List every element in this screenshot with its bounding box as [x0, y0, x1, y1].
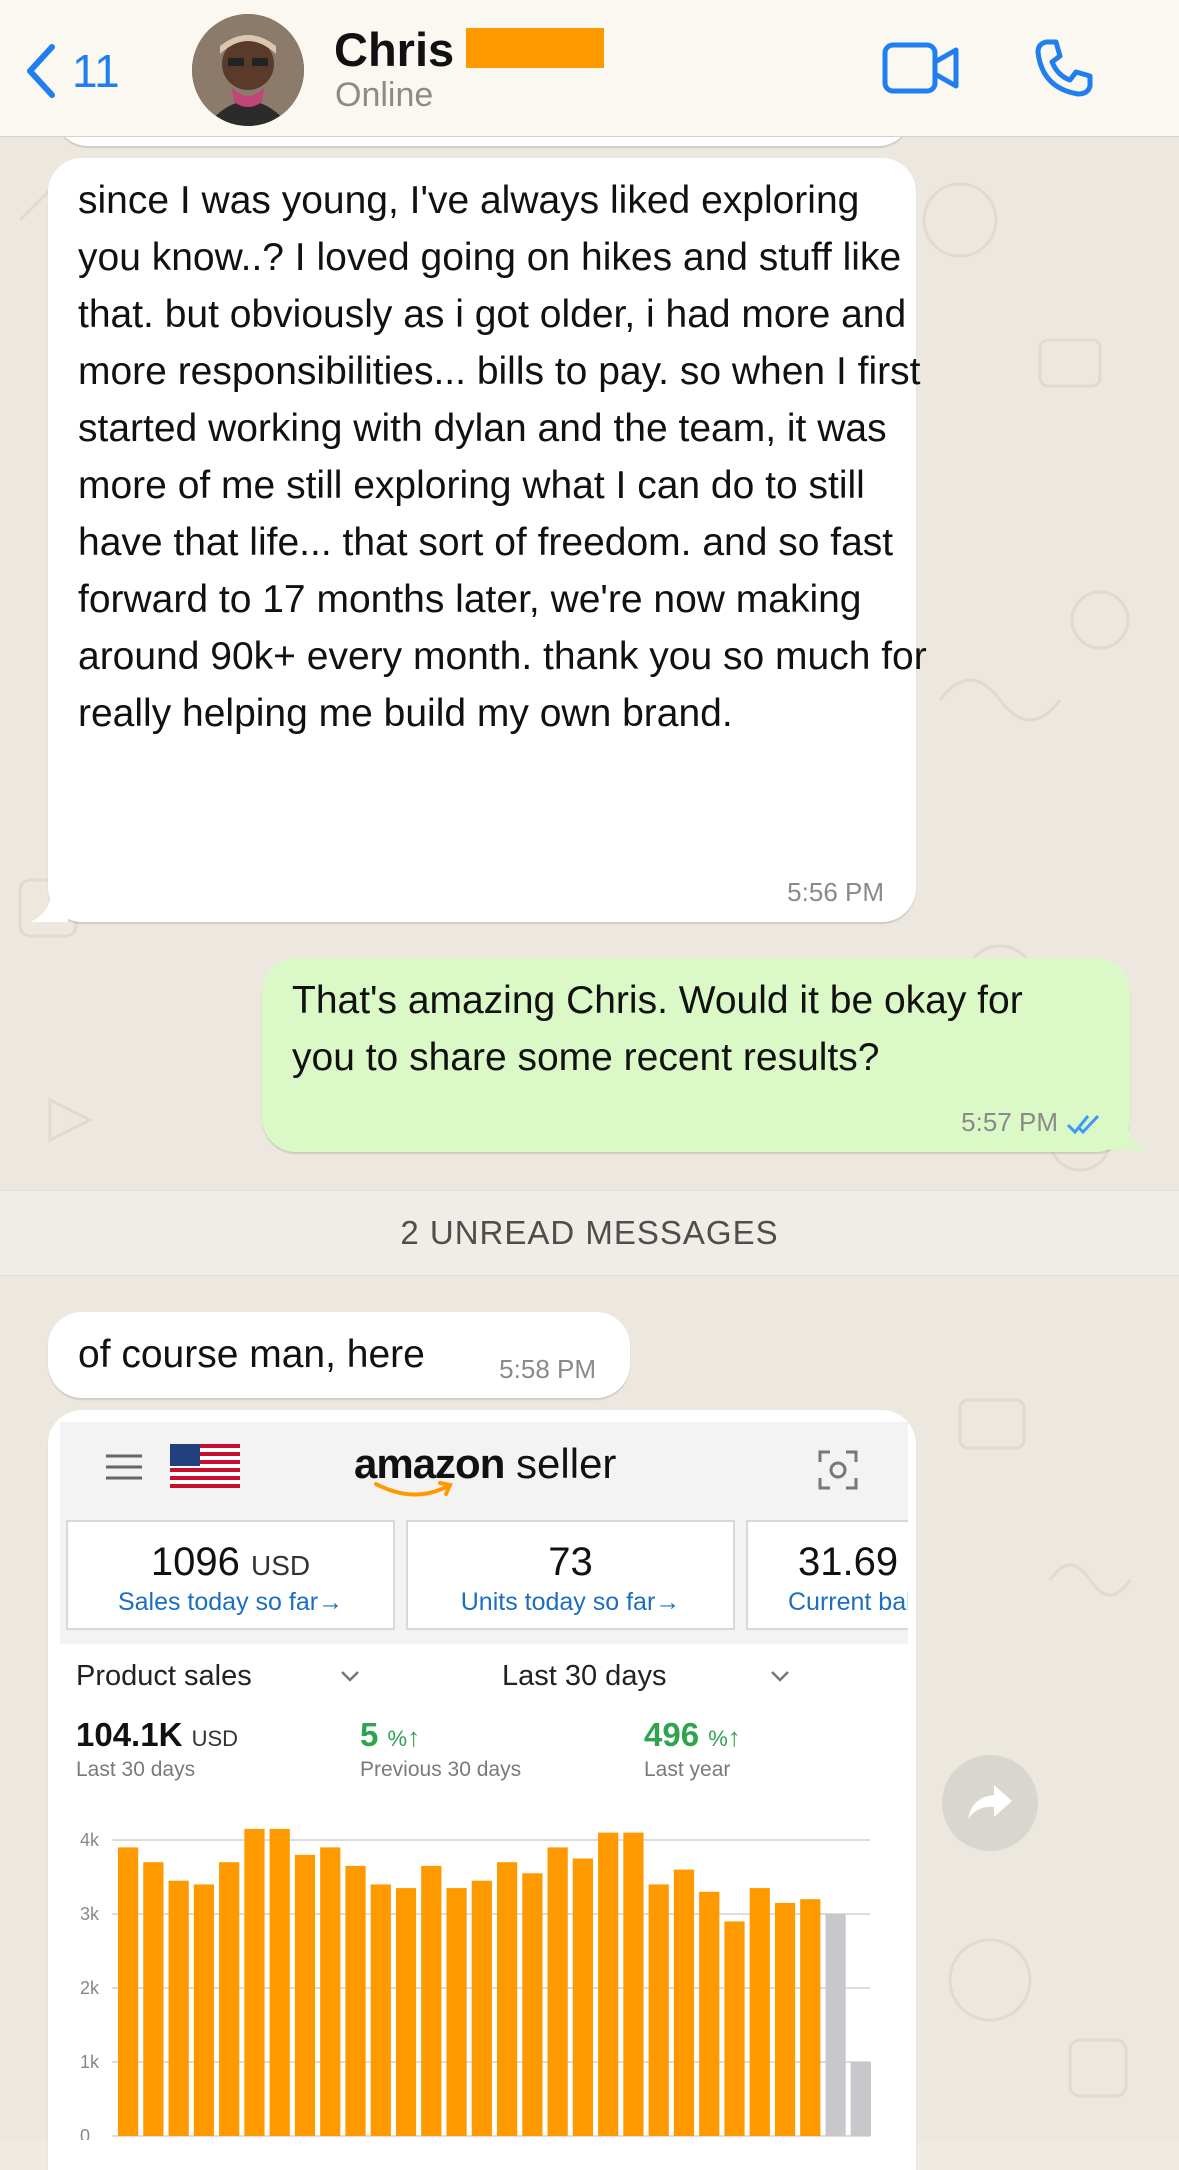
amazon-smile-icon: [374, 1481, 453, 1497]
chart-bar: [168, 1880, 189, 2136]
chart-bar: [269, 1828, 290, 2136]
forward-button[interactable]: [942, 1755, 1038, 1851]
last-year-growth: 496 %↑: [644, 1716, 741, 1753]
avatar[interactable]: [192, 14, 304, 126]
incoming-message-bubble[interactable]: since I was young, I've always liked exp…: [48, 158, 927, 922]
y-tick-label: 0: [80, 2126, 90, 2140]
back-button[interactable]: 11: [22, 38, 142, 104]
amazon-seller-logo: amazon seller: [354, 1440, 616, 1497]
prev-caption: Previous 30 days: [360, 1758, 522, 1781]
chart-bar: [699, 1891, 720, 2136]
chart-bar: [673, 1869, 695, 2136]
phone-call-icon[interactable]: [1032, 36, 1096, 100]
chart-bar: [800, 1899, 821, 2136]
chart-bar: [648, 1884, 669, 2136]
chart-bar: [547, 1847, 568, 2136]
kpi-current-balance: 31.69 Current balance: [746, 1520, 908, 1630]
chart-bar: [193, 1884, 215, 2136]
total-caption: Last 30 days: [76, 1758, 196, 1781]
chart-bar: [497, 1862, 518, 2136]
us-flag-icon: [170, 1444, 240, 1488]
chart-bar: [850, 2062, 871, 2136]
range-select: Last 30 days: [502, 1660, 667, 1692]
chart-bar: [421, 1865, 442, 2136]
kpi-sales-today: 1096 USD Sales today so far→: [66, 1520, 395, 1630]
y-tick-label: 2k: [80, 1978, 100, 1998]
metric-select: Product sales: [76, 1660, 252, 1692]
total-sales: 104.1K USD: [76, 1716, 239, 1753]
message-timestamp: 5:57 PM: [961, 1107, 1058, 1137]
amazon-top-bar: amazon seller: [60, 1422, 908, 1522]
forward-icon: [968, 1785, 1012, 1819]
chart-bar: [598, 1832, 619, 2136]
chart-bar: [471, 1880, 492, 2136]
read-receipt-icon: [1066, 1114, 1100, 1135]
prev-period-growth: 5 %↑: [360, 1716, 421, 1753]
chart-bar: [446, 1888, 467, 2136]
y-tick-label: 1k: [80, 2052, 100, 2072]
incoming-message-bubble[interactable]: of course man, here 5:58 PM: [48, 1312, 630, 1398]
sales-panel: Product sales Last 30 days 104.1K USD La…: [60, 1644, 908, 2140]
chart-bar: [774, 1902, 796, 2136]
chat-header: 11 Chris Online: [0, 0, 1179, 137]
bubble-tail: [1110, 1118, 1148, 1150]
chart-bar: [724, 1921, 745, 2136]
chart-bar: [345, 1865, 366, 2136]
message-text: since I was young, I've always liked exp…: [78, 179, 927, 735]
chevron-left-icon: [27, 44, 55, 98]
chart-bar: [320, 1847, 341, 2136]
message-timestamp: 5:56 PM: [787, 877, 884, 907]
unread-chats-count: 11: [72, 45, 120, 97]
message-text: of course man, here: [78, 1333, 425, 1376]
contact-status: Online: [335, 76, 434, 114]
y-tick-label: 3k: [80, 1904, 100, 1924]
chart-bar: [572, 1858, 594, 2136]
scan-icon: [818, 1450, 858, 1490]
bubble-tail: [30, 890, 68, 922]
unread-messages-banner: 2 UNREAD MESSAGES: [0, 1190, 1179, 1276]
chart-bar: [749, 1888, 770, 2136]
chart-bar: [825, 1914, 846, 2136]
contact-name[interactable]: Chris: [334, 22, 454, 77]
redacted-surname: [466, 28, 604, 68]
chevron-down-icon: [771, 1671, 789, 1682]
chart-bar: [143, 1862, 164, 2136]
chart-bar: [118, 1847, 139, 2136]
chart-bar: [219, 1862, 240, 2136]
chart-bar: [522, 1873, 543, 2136]
chevron-down-icon: [341, 1671, 359, 1682]
menu-icon: [106, 1454, 142, 1480]
message-timestamp: 5:58 PM: [499, 1354, 596, 1384]
chart-bar: [395, 1888, 417, 2136]
sales-bar-chart: 4k 3k 2k 1k 0: [80, 1828, 871, 2140]
video-call-icon[interactable]: [882, 40, 960, 96]
last-year-caption: Last year: [644, 1758, 731, 1781]
chart-bar: [623, 1832, 644, 2136]
y-tick-label: 4k: [80, 1830, 100, 1850]
amazon-seller-screenshot[interactable]: amazon seller 1096 USD Sales today so fa…: [60, 1422, 908, 2140]
chart-bar: [370, 1884, 391, 2136]
chart-bar: [244, 1828, 265, 2136]
chart-bar: [294, 1854, 316, 2136]
message-text: That's amazing Chris. Would it be okay f…: [292, 979, 1023, 1079]
outgoing-message-bubble[interactable]: That's amazing Chris. Would it be okay f…: [262, 958, 1130, 1152]
kpi-units-today: 73 Units today so far→: [406, 1520, 735, 1630]
